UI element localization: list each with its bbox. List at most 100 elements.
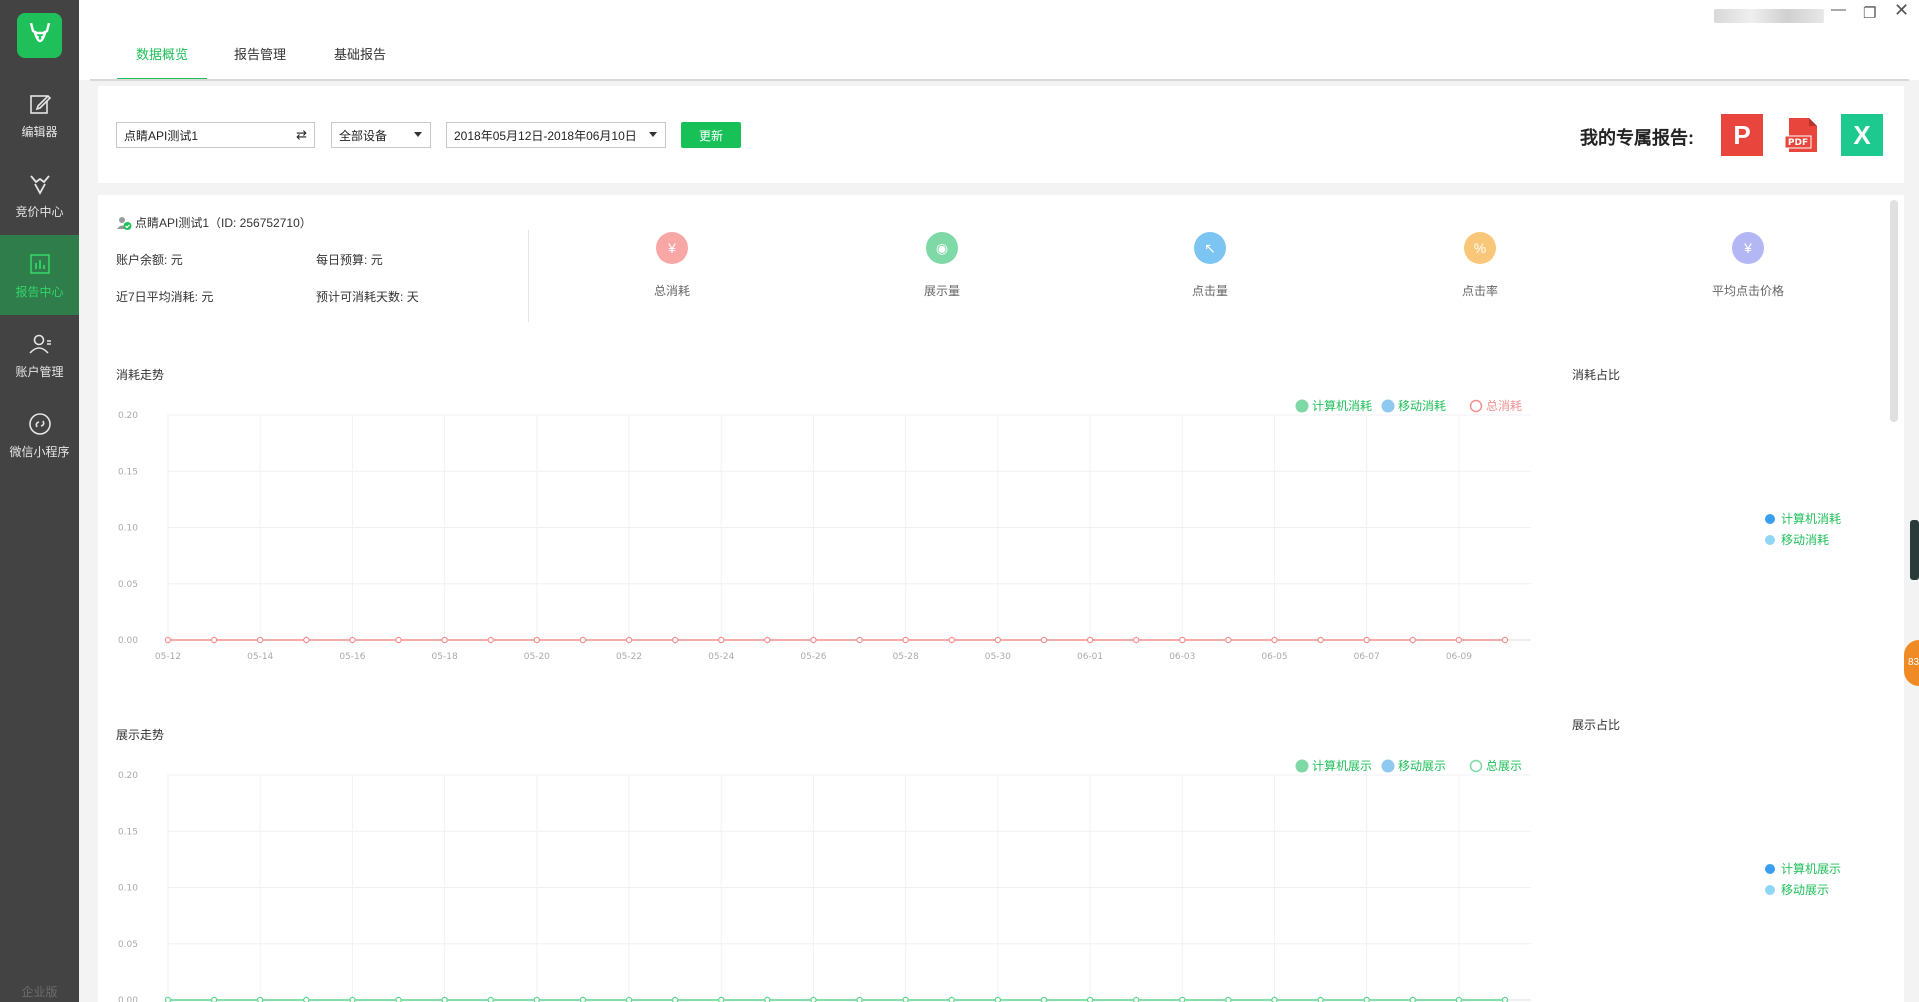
- legend-marker: [1469, 759, 1483, 773]
- data-point: [764, 996, 771, 1002]
- data-point: [1040, 996, 1048, 1002]
- data-point: [210, 636, 218, 644]
- x-tick-label: 06-01: [1077, 652, 1103, 662]
- metric-label: 平均点击价格: [1711, 284, 1784, 298]
- data-point: [1455, 636, 1463, 644]
- sidebar-item-account[interactable]: 账户管理: [0, 315, 79, 395]
- data-point: [856, 636, 863, 644]
- user-icon: [28, 334, 51, 354]
- excel-report-button[interactable]: X: [1841, 114, 1883, 156]
- metric-percent[interactable]: % 点击率: [1420, 232, 1540, 299]
- restore-icon[interactable]: ❐: [1863, 4, 1876, 22]
- impr-trend-chart: 0.00 0.05 0.10 0.15 0.20 计算机展示 移动展示 总展示: [118, 758, 1531, 1002]
- metric-cursor[interactable]: ↖ 点击量: [1150, 232, 1270, 299]
- data-point: [533, 636, 541, 644]
- y-tick-label: 0.10: [118, 884, 138, 894]
- sidebar-item-bidding[interactable]: 竞价中心: [0, 155, 79, 235]
- account-selector[interactable]: 点睛API测试1 ⇄: [116, 122, 315, 148]
- sidebar-item-editor[interactable]: 编辑器: [0, 75, 79, 155]
- data-point: [1317, 996, 1324, 1002]
- sidebar-item-miniprogram[interactable]: 微信小程序: [0, 395, 79, 475]
- close-icon[interactable]: ✕: [1894, 0, 1909, 21]
- data-point: [395, 636, 402, 644]
- pie-legend-item[interactable]: 移动消耗: [1765, 531, 1829, 548]
- metric-price[interactable]: ¥ 平均点击价格: [1688, 232, 1808, 299]
- metric-label: 点击量: [1191, 284, 1228, 298]
- data-point: [487, 996, 494, 1002]
- ppt-report-button[interactable]: P: [1721, 114, 1763, 156]
- days-label: 预计可消耗天数:: [316, 290, 404, 304]
- x-tick-label: 05-14: [247, 652, 273, 662]
- avg7-row: 近7日平均消耗: 元: [116, 288, 213, 305]
- metric-label: 展示量: [923, 284, 960, 298]
- tab-basic-reports[interactable]: 基础报告: [317, 44, 403, 80]
- y-tick-label: 0.00: [118, 996, 138, 1002]
- data-point: [210, 996, 218, 1002]
- data-point: [164, 636, 172, 644]
- data-point: [1317, 636, 1324, 644]
- data-point: [1225, 636, 1232, 644]
- device-select[interactable]: 全部设备: [331, 122, 431, 148]
- legend-label: 总消耗: [1486, 399, 1522, 413]
- vertical-divider: [528, 230, 529, 322]
- minimize-icon[interactable]: —: [1831, 1, 1846, 18]
- data-point: [625, 636, 633, 644]
- metric-yen[interactable]: ¥ 总消耗: [612, 232, 732, 299]
- data-point: [1455, 996, 1463, 1002]
- data-point: [948, 636, 955, 644]
- refresh-button[interactable]: 更新: [681, 122, 741, 148]
- chevron-down-icon: [649, 132, 657, 137]
- date-range-select[interactable]: 2018年05月12日-2018年06月10日: [446, 122, 666, 148]
- x-tick-label: 05-20: [524, 652, 550, 662]
- data-point: [671, 996, 679, 1002]
- sidebar-item-reports[interactable]: 报告中心: [0, 235, 79, 315]
- pdf-report-button[interactable]: PDF: [1781, 114, 1823, 156]
- y-tick-label: 0.05: [118, 580, 138, 590]
- data-point: [1501, 996, 1509, 1002]
- pie-legend-item[interactable]: 计算机消耗: [1765, 510, 1841, 527]
- data-point: [1363, 996, 1370, 1002]
- budget-label: 每日预算:: [316, 253, 368, 267]
- tab-report-management[interactable]: 报告管理: [217, 44, 303, 80]
- scrollbar[interactable]: [1890, 200, 1898, 422]
- y-tick-label: 0.15: [118, 827, 138, 837]
- pie-legend-label: 计算机消耗: [1781, 512, 1842, 526]
- legend-marker: [1295, 399, 1309, 413]
- y-tick-label: 0.00: [118, 636, 138, 646]
- device-select-value: 全部设备: [339, 128, 388, 143]
- metric-eye[interactable]: ◉ 展示量: [882, 232, 1002, 299]
- metric-label: 总消耗: [653, 284, 690, 298]
- data-point: [625, 996, 633, 1002]
- floating-toolbar[interactable]: [1910, 520, 1919, 580]
- edit-icon: [29, 94, 51, 114]
- data-point: [1040, 636, 1048, 644]
- data-point: [856, 996, 863, 1002]
- y-tick-label: 0.20: [118, 771, 138, 781]
- impr-trend-title: 展示走势: [116, 728, 165, 742]
- x-tick-label: 05-28: [893, 652, 919, 662]
- balance-row: 账户余额: 元: [116, 251, 183, 268]
- cursor-icon: ↖: [1194, 232, 1226, 264]
- legend-dot-icon: [1765, 863, 1775, 874]
- days-unit: 天: [406, 290, 419, 304]
- chevron-down-icon: [414, 132, 422, 137]
- percent-icon: %: [1464, 232, 1496, 264]
- legend-marker: [1469, 399, 1483, 413]
- avg7-label: 近7日平均消耗:: [116, 290, 199, 304]
- data-point: [948, 996, 955, 1002]
- floating-badge[interactable]: 83: [1904, 640, 1919, 686]
- sidebar-item-label: 竞价中心: [15, 204, 64, 219]
- x-tick-label: 05-30: [985, 652, 1011, 662]
- tab-overview[interactable]: 数据概览: [117, 44, 207, 80]
- budget-row: 每日预算: 元: [316, 251, 383, 268]
- legend-marker: [1295, 759, 1309, 773]
- budget-unit: 元: [370, 253, 383, 267]
- app-logo[interactable]: [17, 13, 62, 58]
- data-point: [1225, 996, 1232, 1002]
- data-point: [1179, 636, 1186, 644]
- data-point: [1271, 636, 1278, 644]
- days-row: 预计可消耗天数: 天: [316, 288, 419, 305]
- pie-legend-item[interactable]: 计算机展示: [1765, 860, 1841, 877]
- data-point: [349, 636, 356, 644]
- pie-legend-item[interactable]: 移动展示: [1765, 881, 1829, 898]
